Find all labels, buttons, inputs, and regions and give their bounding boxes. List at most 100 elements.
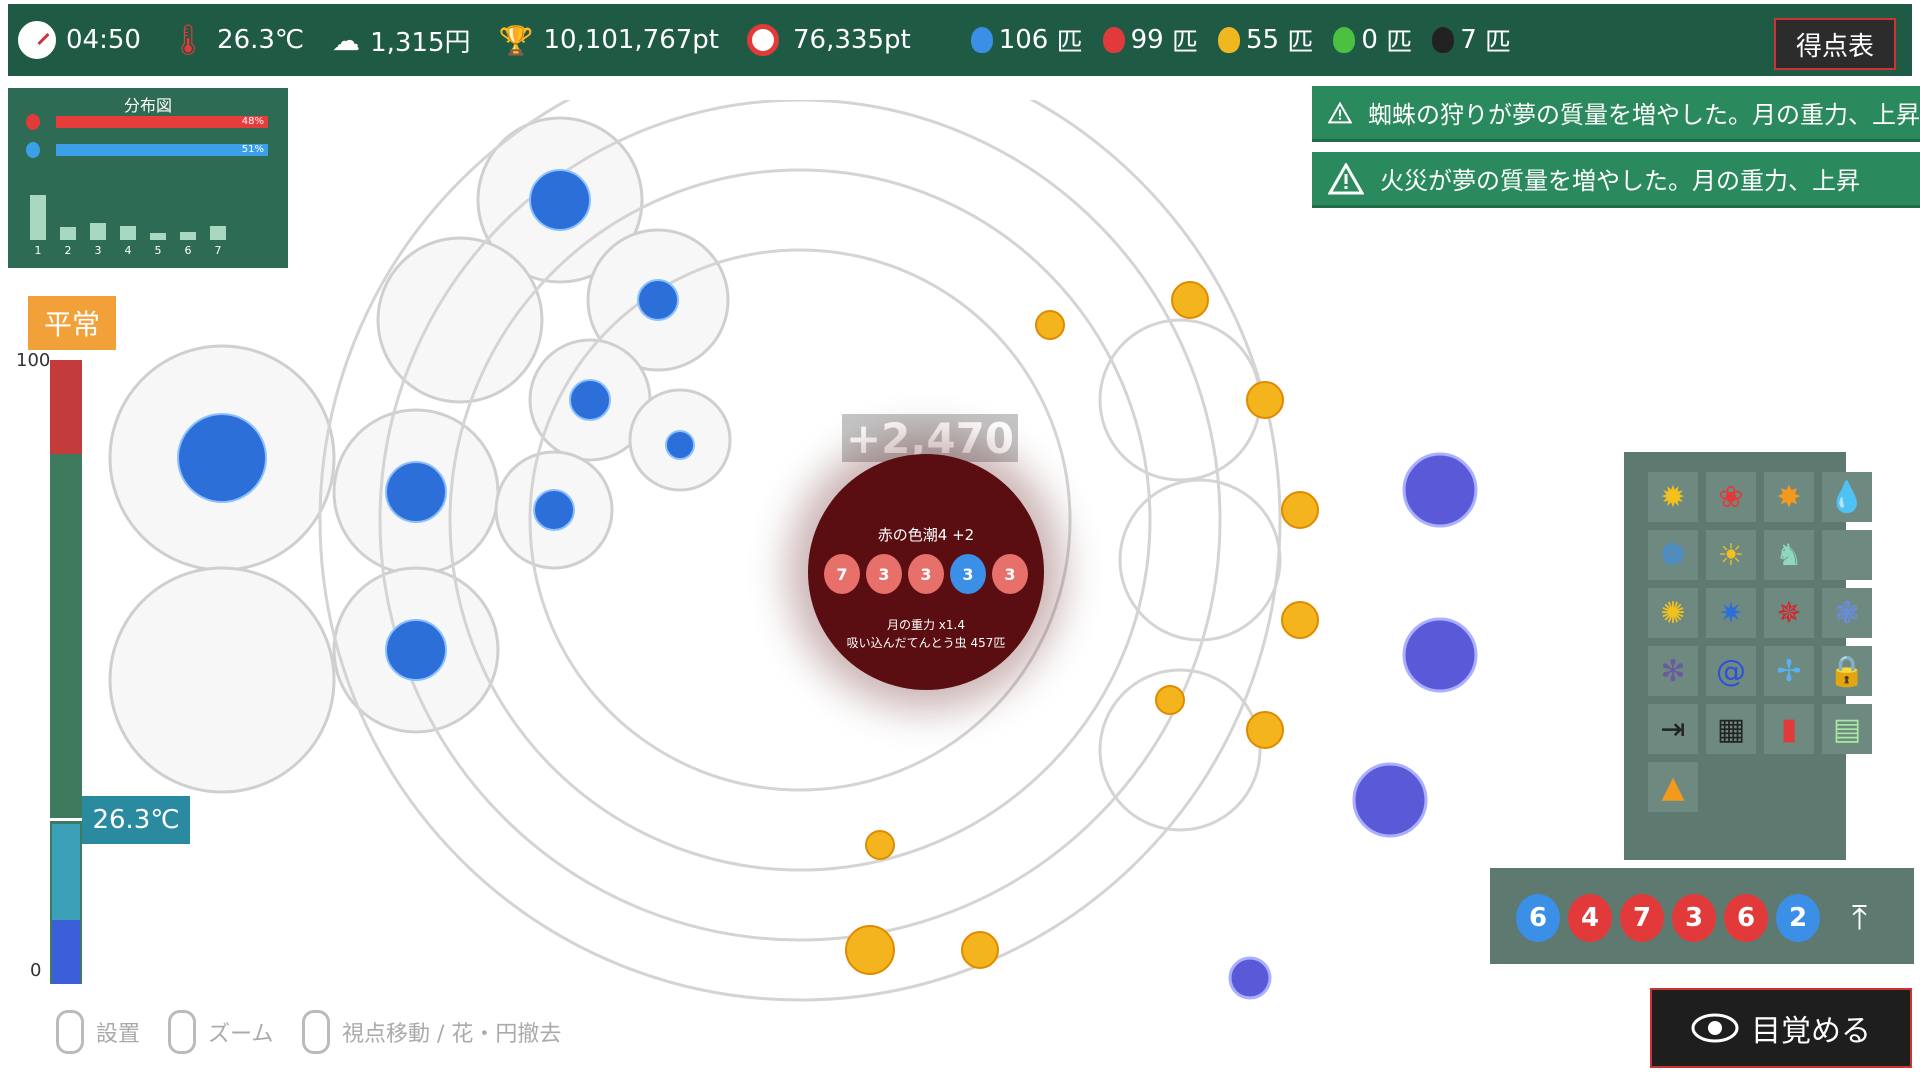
- histogram-label: 1: [34, 244, 42, 257]
- blue-spiky-flower: [385, 461, 447, 523]
- thermometer-icon: 🌡: [168, 22, 208, 58]
- gauge-danger-zone: [50, 360, 82, 454]
- time-display: 04:50: [18, 21, 141, 59]
- histogram-bar: [30, 195, 46, 240]
- hole-combo-title: 赤の色潮4 +2: [877, 526, 975, 544]
- sun-icon[interactable]: ☀: [1706, 530, 1756, 580]
- bug-count-unit: 匹: [1287, 27, 1314, 58]
- bellflower: [1352, 762, 1428, 838]
- bug-count-black: 7 匹: [1432, 22, 1511, 59]
- histogram-bar: [60, 226, 76, 240]
- bug-count-value: 55: [1246, 25, 1280, 55]
- bug-count-unit: 匹: [1485, 27, 1512, 58]
- absorbed-bug-badge: 3: [908, 554, 944, 594]
- temperature-gauge: [50, 360, 82, 984]
- money-display: ☁ 1,315円: [332, 22, 470, 59]
- bellflower: [1228, 956, 1272, 1000]
- orange-flower: [1171, 281, 1209, 319]
- hole-absorbed-text: 吸い込んだてんとう虫 457匹: [846, 636, 1006, 650]
- eye-icon: [1691, 1013, 1739, 1043]
- blue-spiky-icon[interactable]: ✷: [1706, 588, 1756, 638]
- wake-up-label: 目覚める: [1751, 1014, 1871, 1049]
- sunflower: [865, 830, 895, 860]
- bug-count-red: 99 匹: [1102, 22, 1198, 59]
- wake-up-button[interactable]: 目覚める: [1650, 988, 1912, 1068]
- sunflower: [1155, 685, 1185, 715]
- money-value: 1,315円: [370, 27, 471, 58]
- bug-count-value: 7: [1460, 25, 1477, 55]
- bug-count-value: 99: [1130, 25, 1164, 55]
- red-rose-icon[interactable]: ❀: [1706, 472, 1756, 522]
- card-icon[interactable]: ▮: [1764, 704, 1814, 754]
- moon-gravity-hole: 赤の色潮4 +2 73333 月の重力 x1.4 吸い込んだてんとう虫 457匹: [808, 454, 1044, 690]
- mouse-left-icon: [56, 1010, 84, 1054]
- bug-queue: ⤒ 647362: [1490, 868, 1914, 964]
- hint-text: ズーム: [208, 1022, 274, 1047]
- red-lily-icon[interactable]: ✵: [1764, 588, 1814, 638]
- bug-count-value: 0: [1361, 25, 1378, 55]
- yellow-bug-icon: [1218, 27, 1240, 53]
- spiral-icon[interactable]: @: [1706, 646, 1756, 696]
- hint-place: 設置: [56, 1010, 140, 1054]
- hole-bug-list: 73333: [808, 554, 1044, 594]
- bug-count-unit: 匹: [1386, 27, 1413, 58]
- field-circle: [1118, 478, 1282, 642]
- histogram-label: 2: [64, 244, 72, 257]
- target-icon: [747, 24, 780, 56]
- yellow-flower-icon[interactable]: ✺: [1648, 588, 1698, 638]
- queued-bug-badge: 7: [1620, 894, 1664, 942]
- water-drop-icon[interactable]: 💧: [1822, 472, 1872, 522]
- blue-bellflower-icon[interactable]: ❃: [1822, 588, 1872, 638]
- blue-spiky-flower: [533, 489, 575, 531]
- money-bag-icon: ☁: [332, 23, 361, 57]
- trophy-icon: 🏆: [498, 23, 534, 57]
- bug-count-yellow: 55 匹: [1218, 22, 1313, 59]
- absorbed-bug-badge: 3: [950, 554, 986, 594]
- orange-flower: [1246, 381, 1284, 419]
- blue-spiky-flower: [385, 619, 447, 681]
- gauge-marker: [50, 818, 86, 821]
- pinwheel-icon[interactable]: ✢: [1764, 646, 1814, 696]
- seahorse-icon[interactable]: ♞: [1764, 530, 1814, 580]
- upload-icon[interactable]: ⤒: [1852, 898, 1867, 938]
- spiral-flower: [1402, 452, 1478, 528]
- hole-gravity-text: 月の重力 x1.4: [886, 618, 965, 632]
- score-table-button[interactable]: 得点表: [1774, 18, 1896, 70]
- orange-flower-icon[interactable]: ✸: [1764, 472, 1814, 522]
- orange-flower: [1281, 491, 1319, 529]
- blue-bug-icon: [26, 142, 40, 158]
- exit-icon[interactable]: ⇥: [1648, 704, 1698, 754]
- blue-spiky-flower: [637, 279, 679, 321]
- hint-zoom: ズーム: [168, 1010, 273, 1054]
- lock-icon[interactable]: 🔒: [1822, 646, 1872, 696]
- absorbed-bug-badge: 3: [992, 554, 1028, 594]
- pyramid-eye-icon[interactable]: ▲: [1648, 762, 1698, 812]
- gauge-max-label: 100: [16, 350, 51, 371]
- green-bug-icon: [1333, 27, 1356, 53]
- hint-text: 視点移動 / 花・円撤去: [342, 1022, 562, 1047]
- clock-icon: [18, 21, 56, 59]
- queued-bug-badge: 6: [1724, 894, 1768, 942]
- flower-palette: ✹ ❀ ✸ 💧 ❁ ☀ ♞ ✺ ✷ ✵ ❃ ✻ @ ✢ 🔒 ⇥ ▦ ▮ ▤ ▲: [1624, 452, 1872, 860]
- blue-rose-icon[interactable]: ❁: [1648, 530, 1698, 580]
- blue-spiky-flower: [177, 413, 267, 503]
- blue-spiky-flower: [569, 379, 611, 421]
- orange-flower: [961, 931, 999, 969]
- empty-slot: [1822, 530, 1872, 580]
- blue-spiky-flower: [665, 430, 695, 460]
- orange-flower: [1246, 711, 1284, 749]
- field-circle: [376, 236, 544, 404]
- chat-icon[interactable]: ▤: [1822, 704, 1872, 754]
- temperature-display: 🌡 26.3℃: [169, 23, 304, 58]
- bug-count-value: 106: [998, 25, 1049, 55]
- gauge-min-label: 0: [30, 960, 42, 981]
- net-icon[interactable]: ▦: [1706, 704, 1756, 754]
- red-bug-icon: [26, 114, 40, 130]
- sunflower-icon[interactable]: ✹: [1648, 472, 1698, 522]
- queued-bug-badge: 3: [1672, 894, 1716, 942]
- yellow-flower: [845, 925, 895, 975]
- queued-bug-badge: 4: [1568, 894, 1612, 942]
- thistle-icon[interactable]: ✻: [1648, 646, 1698, 696]
- time-value: 04:50: [66, 25, 141, 55]
- trophy-points-display: 🏆 10,101,767pt: [499, 24, 719, 57]
